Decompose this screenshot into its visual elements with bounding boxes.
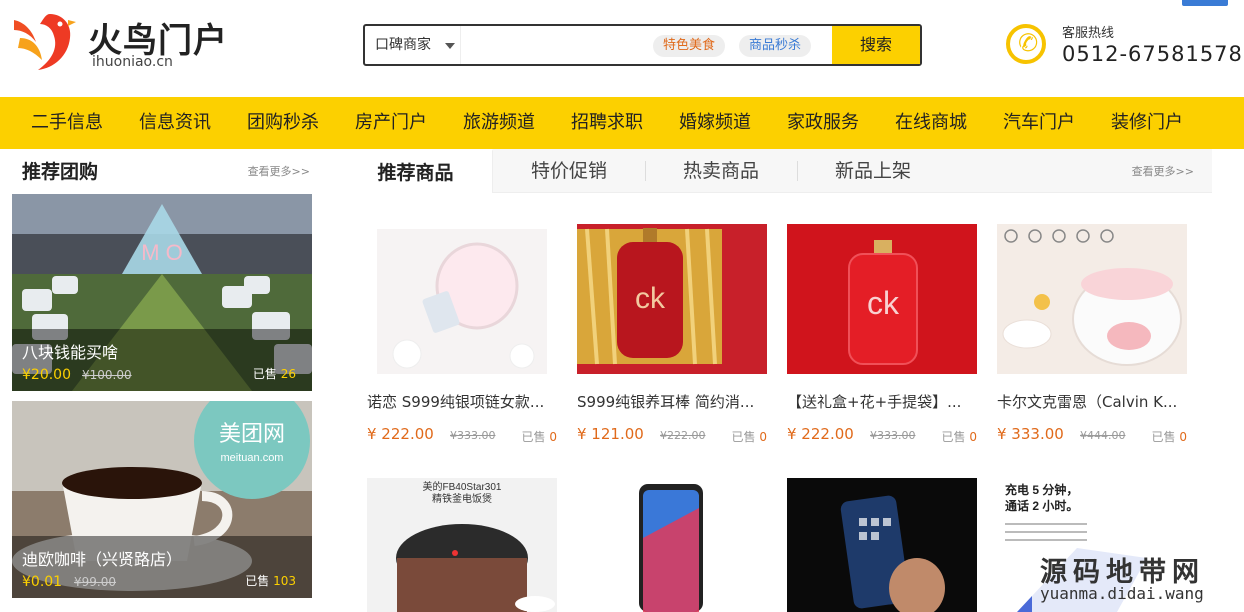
phone-icon: ✆ [1006,24,1046,64]
product-image-phone-hand [787,478,977,612]
watermark: 源码地带网 yuanma.didai.wang [1032,548,1244,612]
svg-text:美的FB40Star301: 美的FB40Star301 [423,480,502,493]
product-image-perfume-gold: ck [577,224,767,374]
hotline-label: 客服热线 [1062,26,1115,41]
product-name[interactable]: 诺恋 S999纯银项链女款... [367,391,557,412]
product-old-price: ¥333.00 [450,429,496,442]
hotline-number: 0512-67581578 [1062,42,1243,66]
product-name[interactable]: 【送礼盒+花+手提袋】... [787,391,977,412]
deal-card[interactable]: 美团网 meituan.com 迪欧咖啡（兴贤路店） ¥0.01 ¥99.00 … [12,401,312,598]
coffee-cup-text: 美团网 [219,421,285,446]
nav-item-wedding[interactable]: 婚嫁频道 [679,97,751,149]
deal-price: ¥20.00 [22,367,71,383]
header: 火鸟门户 ihuoniao.cn 口碑商家 特色美食 商品秒杀 搜索 ✆ 客服热… [0,0,1244,97]
nav-item-jobs[interactable]: 招聘求职 [571,97,643,149]
deal-name: 迪欧咖啡（兴贤路店） [22,550,183,569]
product-card[interactable]: 卡尔文克雷恩（Calvin K... ¥ 333.00 ¥444.00 已售 0 [997,224,1187,449]
product-price: ¥ 222.00 [367,425,434,443]
svg-text:精铁釜电饭煲: 精铁釜电饭煲 [432,492,492,505]
nav-item-decoration[interactable]: 装修门户 [1111,97,1183,149]
product-card[interactable]: 诺恋 S999纯银项链女款... ¥ 222.00 ¥333.00 已售 0 [367,224,557,449]
nav-item-mall[interactable]: 在线商城 [895,97,967,149]
tab-special-offers[interactable]: 特价促销 [493,149,645,193]
deal-old-price: ¥99.00 [74,575,116,589]
product-image-cooker: 美的FB40Star301 精铁釜电饭煲 [367,478,557,612]
logo-bird-icon[interactable] [10,12,76,72]
search-tag-flash-sale[interactable]: 商品秒杀 [739,35,812,57]
nav-item-auto[interactable]: 汽车门户 [1003,97,1075,149]
watermark-en: yuanma.didai.wang [1040,584,1204,603]
product-name[interactable]: 卡尔文克雷恩（Calvin K... [997,391,1187,412]
product-image-rice-cooker [997,224,1187,374]
product-old-price: ¥333.00 [870,429,916,442]
tab-hot-sale[interactable]: 热卖商品 [645,149,797,193]
deal-sold: 已售 26 [252,367,296,381]
product-image-necklace [367,224,557,374]
nav-item-housekeeping[interactable]: 家政服务 [787,97,859,149]
product-old-price: ¥444.00 [1080,429,1126,442]
search-button[interactable]: 搜索 [832,26,920,64]
sidebar-title: 推荐团购 [22,161,99,183]
product-name[interactable]: S999纯银养耳棒 简约消... [577,391,767,412]
nav-item-secondhand[interactable]: 二手信息 [31,97,103,149]
deal-old-price: ¥100.00 [82,368,132,382]
product-sold: 已售 0 [941,430,977,444]
search-bar: 口碑商家 特色美食 商品秒杀 搜索 [363,24,922,66]
top-corner-button[interactable] [1182,0,1228,6]
product-card[interactable] [577,478,767,612]
product-card[interactable]: ck S999纯银养耳棒 简约消... ¥ 121.00 ¥222.00 已售 … [577,224,767,449]
deal-card[interactable]: M O 八块钱能买啥 ¥20.00 ¥100.00 已售 26 [12,194,312,391]
nav-item-travel[interactable]: 旅游频道 [463,97,535,149]
svg-text:充电 5 分钟，: 充电 5 分钟， [1005,482,1078,497]
product-section: 推荐商品 特价促销 热卖商品 新品上架 查看更多>> 诺恋 S999纯银项链女款… [339,149,1212,612]
products-more-link[interactable]: 查看更多>> [1132,163,1194,179]
tab-recommended[interactable]: 推荐商品 [339,149,493,193]
search-tag-food[interactable]: 特色美食 [653,35,726,57]
svg-text:meituan.com: meituan.com [221,452,284,464]
tab-new-arrivals[interactable]: 新品上架 [797,149,949,193]
product-image-phone-red [577,478,767,612]
deal-price: ¥0.01 [22,574,63,590]
nav-item-groupbuy[interactable]: 团购秒杀 [247,97,319,149]
product-price: ¥ 222.00 [787,425,854,443]
search-input[interactable] [463,28,643,62]
product-card[interactable]: 美的FB40Star301 精铁釜电饭煲 [367,478,557,612]
recommended-groupbuy: 推荐团购 查看更多>> M O 八块钱能买啥 ¥20.00 ¥100.00 已售… [12,149,312,612]
nav-item-housing[interactable]: 房产门户 [355,97,427,149]
deal-name: 八块钱能买啥 [22,343,119,362]
search-type-label: 口碑商家 [375,37,431,53]
product-old-price: ¥222.00 [660,429,706,442]
svg-text:ck: ck [867,285,900,321]
main-nav: 二手信息 信息资讯 团购秒杀 房产门户 旅游频道 招聘求职 婚嫁频道 家政服务 … [0,97,1244,149]
product-card[interactable]: ck 【送礼盒+花+手提袋】... ¥ 222.00 ¥333.00 已售 0 [787,224,977,449]
product-card[interactable] [787,478,977,612]
product-sold: 已售 0 [521,430,557,444]
product-image-perfume-red: ck [787,224,977,374]
product-sold: 已售 0 [1151,430,1187,444]
deal-sold: 已售 103 [245,574,296,588]
product-tabs: 推荐商品 特价促销 热卖商品 新品上架 查看更多>> [339,149,1212,193]
product-price: ¥ 121.00 [577,425,644,443]
sidebar-more-link[interactable]: 查看更多>> [248,163,310,179]
nav-item-news[interactable]: 信息资讯 [139,97,211,149]
chevron-down-icon [445,43,455,49]
wedding-letters: M O [141,240,183,265]
product-sold: 已售 0 [731,430,767,444]
logo-domain: ihuoniao.cn [92,54,173,70]
svg-text:通话 2 小时。: 通话 2 小时。 [1005,498,1078,513]
product-price: ¥ 333.00 [997,425,1064,443]
perfume-label: ck [635,282,666,315]
